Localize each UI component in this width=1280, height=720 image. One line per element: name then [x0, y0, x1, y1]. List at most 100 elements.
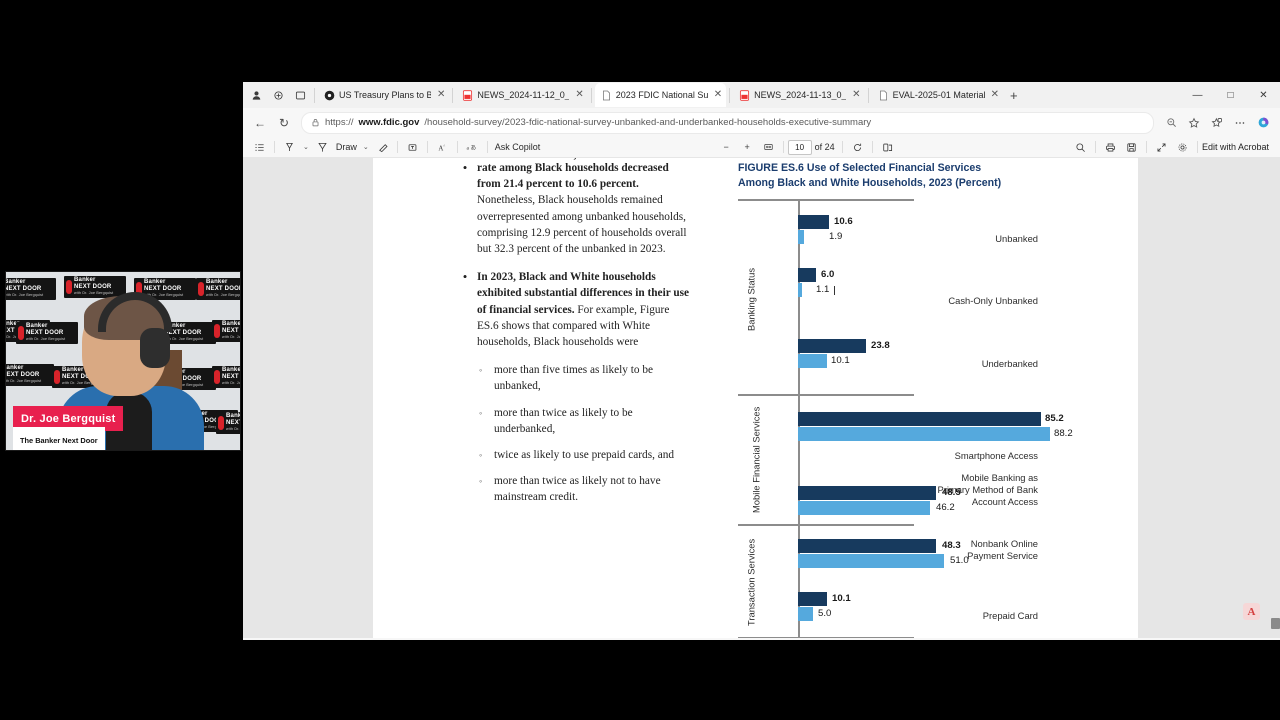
- page-layout-icon[interactable]: [877, 138, 898, 156]
- ask-copilot-button[interactable]: Ask Copilot: [492, 142, 544, 152]
- collections-icon[interactable]: [1206, 112, 1228, 134]
- reload-button[interactable]: ↻: [273, 112, 295, 134]
- pdf-icon: [740, 89, 750, 101]
- group-separator: [738, 524, 914, 526]
- tab-copilot-icon[interactable]: [267, 84, 289, 106]
- zoom-icon[interactable]: [1160, 112, 1182, 134]
- toolbar-divider: [456, 141, 458, 153]
- bar-value-white: 10.1: [831, 355, 850, 366]
- bar-value-black: 23.8: [871, 340, 890, 351]
- tabstrip-divider: [452, 87, 454, 103]
- browser-tab-active[interactable]: 2023 FDIC National Survey of Un ✕: [594, 83, 727, 107]
- fit-to-page-icon[interactable]: [758, 138, 779, 156]
- browser-window: US Treasury Plans to Borrow $1.3 ✕ NEWS_…: [243, 82, 1280, 640]
- document-bullet: • In 2023, Black and White households ex…: [461, 269, 693, 350]
- draw-dropdown-caret[interactable]: ⌄: [360, 143, 372, 151]
- speaker-subtitle: The Banker Next Door: [20, 436, 98, 445]
- bar-value-white: 1.1: [816, 284, 830, 295]
- toolbar-divider: [841, 141, 843, 153]
- close-button[interactable]: ✕: [1247, 82, 1280, 108]
- print-icon[interactable]: [1100, 138, 1121, 156]
- copilot-icon[interactable]: [1252, 112, 1274, 134]
- read-aloud-icon[interactable]: A ^: [432, 138, 453, 156]
- bar-value-black: 10.6: [834, 216, 853, 227]
- bar-value-black: 48.3: [942, 540, 961, 551]
- highlight-dropdown-caret[interactable]: ⌄: [300, 143, 312, 151]
- bar-value-black: 48.5: [942, 487, 961, 498]
- draw-pen-icon[interactable]: [312, 138, 333, 156]
- save-icon[interactable]: [1121, 138, 1142, 156]
- search-icon[interactable]: [1070, 138, 1091, 156]
- bar-black-households: [798, 486, 936, 500]
- backdrop-logo-text: BankerNEXT DOORwith Dr. Joe Bergquist: [5, 279, 44, 298]
- bullet-body-text: Nonetheless, Black households remained o…: [477, 194, 687, 256]
- document-bullet: • rate among Black households decreased …: [461, 160, 693, 257]
- favorite-star-icon[interactable]: [1183, 112, 1205, 134]
- sub-bullet-marker: ◦: [479, 450, 483, 461]
- browser-tab[interactable]: US Treasury Plans to Borrow $1.3 ✕: [318, 83, 449, 107]
- tab-close-icon[interactable]: ✕: [991, 90, 999, 100]
- tabstrip-divider: [729, 87, 731, 103]
- browser-tab[interactable]: NEWS_2024-11-12_0_US unbank ✕: [456, 83, 587, 107]
- rotate-icon[interactable]: [847, 138, 868, 156]
- table-of-contents-icon[interactable]: [249, 138, 270, 156]
- webcam-overlay[interactable]: Banker NEXT DOOR with Dr. Joe Bergquist Ba…: [5, 271, 241, 451]
- fullscreen-icon[interactable]: [1151, 138, 1172, 156]
- headphone-earcup: [140, 328, 170, 368]
- page-scrollbar-thumb[interactable]: [1271, 618, 1280, 629]
- list-item: ◦ more than five times as likely to be u…: [479, 362, 693, 394]
- bar-black-households: [798, 592, 827, 606]
- add-text-icon[interactable]: [402, 138, 423, 156]
- sub-bullet-text: more than twice as likely to be underban…: [494, 406, 633, 435]
- maximize-button[interactable]: □: [1214, 82, 1247, 108]
- new-tab-button[interactable]: +: [1003, 89, 1025, 102]
- backdrop-logo-text: BankerNEXT DOORwith Dr. Joe Bergquist: [222, 321, 241, 340]
- tab-close-icon[interactable]: ✕: [575, 90, 583, 100]
- profile-icon[interactable]: [245, 84, 267, 106]
- tab-close-icon[interactable]: ✕: [714, 90, 722, 100]
- toolbar-divider: [871, 141, 873, 153]
- bar-white-households: [798, 554, 944, 568]
- text-cursor-icon: [834, 286, 835, 295]
- zoom-out-button[interactable]: −: [716, 138, 737, 156]
- tab-close-icon[interactable]: ✕: [437, 90, 445, 100]
- browser-tab-title: EVAL-2025-01 Material Loss Revi: [892, 90, 985, 100]
- zoom-in-button[interactable]: +: [737, 138, 758, 156]
- address-bar[interactable]: https:// www.fdic.gov/household-survey/20…: [301, 111, 1154, 134]
- draw-label[interactable]: Draw: [333, 142, 360, 152]
- category-label: Unbanked: [995, 233, 1038, 244]
- page-number-input[interactable]: 10: [787, 139, 812, 155]
- pdf-viewport[interactable]: Between 2009 and 2023, the unbanked • ra…: [243, 158, 1280, 638]
- translate-icon[interactable]: aあ: [462, 138, 483, 156]
- toolbar-divider: [782, 141, 784, 153]
- highlight-pen-icon[interactable]: [279, 138, 300, 156]
- svg-text:a: a: [467, 145, 470, 151]
- svg-text:^: ^: [443, 143, 445, 148]
- lock-icon: [312, 119, 319, 127]
- figure-title-line2: Among Black and White Households, 2023 (…: [738, 176, 1002, 189]
- acrobat-glyph: A: [1247, 605, 1256, 618]
- bar-value-white: 51.0: [950, 555, 969, 566]
- edit-with-acrobat-button[interactable]: Edit with Acrobat: [1202, 142, 1274, 152]
- page-icon: [879, 90, 887, 100]
- browser-nav-bar: ← ↻ https:// www.fdic.gov/household-surve…: [243, 108, 1280, 137]
- back-button[interactable]: ←: [249, 112, 271, 134]
- adobe-acrobat-icon[interactable]: A: [1243, 603, 1260, 620]
- tab-split-icon[interactable]: [289, 84, 311, 106]
- minimize-button[interactable]: —: [1181, 82, 1214, 108]
- url-domain: www.fdic.gov: [358, 117, 420, 128]
- sub-bullet-marker: ◦: [479, 476, 483, 487]
- tab-close-icon[interactable]: ✕: [852, 90, 860, 100]
- settings-more-icon[interactable]: [1229, 112, 1251, 134]
- group-label-transaction-services: Transaction Services: [745, 538, 757, 626]
- gear-icon[interactable]: [1172, 138, 1193, 156]
- bar-black-households: [798, 215, 829, 229]
- browser-tab[interactable]: NEWS_2024-11-13_0_Liquidity p ✕: [733, 83, 864, 107]
- eraser-icon[interactable]: [372, 138, 393, 156]
- sub-bullet-text: more than twice as likely not to have ma…: [494, 475, 661, 504]
- backdrop-logo-text: BankerNEXT DOORwith Dr. Joe Bergquist: [206, 279, 241, 298]
- pdf-toolbar: ⌄ Draw ⌄ A ^ aあ Ask Copilot − + 10 of 24…: [243, 137, 1280, 158]
- tabstrip-divider: [314, 87, 315, 103]
- microphone-icon: [214, 370, 220, 384]
- browser-tab[interactable]: EVAL-2025-01 Material Loss Revi ✕: [872, 83, 1003, 107]
